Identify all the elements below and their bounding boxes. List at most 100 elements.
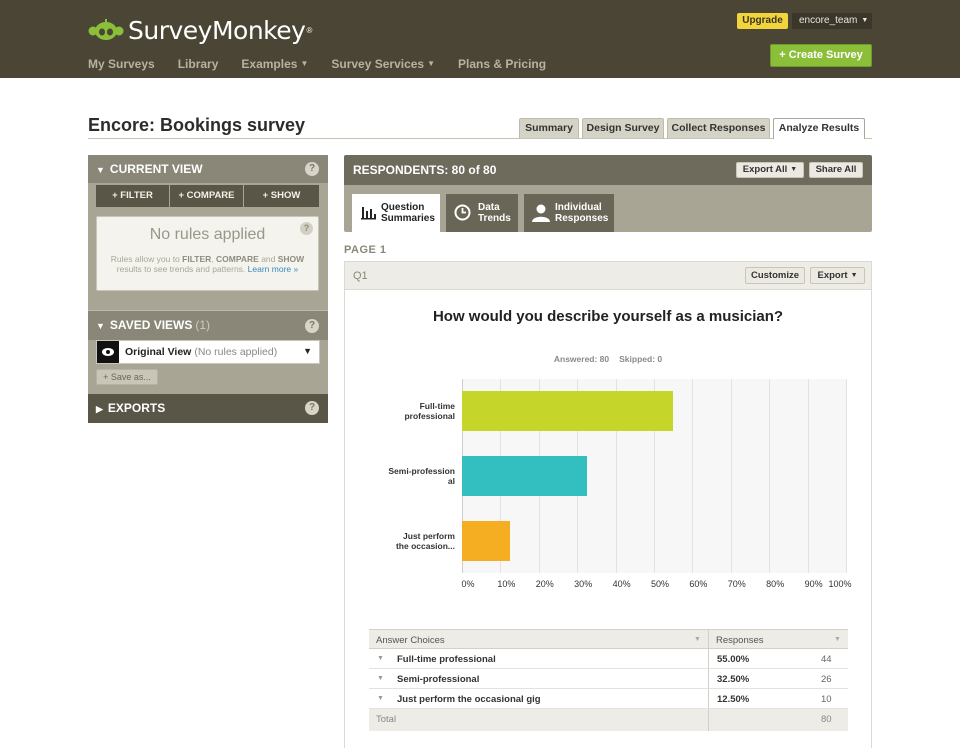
answer-choice: Full-time professional [397, 654, 496, 665]
tab-label: Individual Responses [555, 202, 608, 224]
chart-bar[interactable] [462, 520, 510, 561]
tab-individual-responses[interactable]: Individual Responses [524, 194, 614, 232]
triangle-right-icon: ▶ [96, 404, 103, 414]
sort-icon[interactable]: ▼ [834, 636, 841, 643]
response-count: 26 [821, 674, 832, 685]
nav-label: Examples [241, 57, 298, 71]
nav-label: Library [177, 57, 219, 71]
top-header: SurveyMonkey ® My Surveys Library Exampl… [0, 0, 960, 78]
question-header: Q1 Customize Export ▼ [345, 262, 871, 290]
bar-chart-icon [361, 207, 376, 220]
column-divider [708, 689, 709, 708]
nav-label: Survey Services [331, 57, 425, 71]
show-button[interactable]: + SHOW [244, 185, 319, 207]
tab-collect-responses[interactable]: Collect Responses [667, 118, 770, 138]
tab-data-trends[interactable]: Data Trends [446, 194, 518, 232]
x-tick-label: 40% [612, 579, 631, 589]
x-tick-label: 50% [650, 579, 670, 589]
total-label: Total [376, 714, 397, 725]
view-sub-label: (No rules applied) [194, 346, 278, 358]
nav-survey-services[interactable]: Survey Services ▼ [331, 57, 435, 71]
tab-summary[interactable]: Summary [519, 118, 579, 138]
x-tick-label: 60% [689, 579, 708, 589]
tab-label-line: Summaries [381, 213, 435, 224]
share-all-button[interactable]: Share All [809, 162, 863, 178]
left-sidebar: ▼ CURRENT VIEW ? + FILTER + COMPARE + SHO… [88, 155, 328, 423]
help-icon[interactable]: ? [305, 401, 319, 415]
x-tick-label: 70% [727, 579, 746, 589]
logo-registered-mark: ® [306, 25, 313, 35]
page-label: PAGE 1 [344, 244, 387, 256]
question-export-button[interactable]: Export ▼ [810, 267, 865, 284]
title-divider [88, 138, 872, 139]
gridline [769, 379, 771, 573]
upgrade-button[interactable]: Upgrade [737, 13, 788, 29]
saved-views-panel: Original View (No rules applied) ▼ + Save… [88, 340, 328, 394]
view-select[interactable]: Original View (No rules applied) ▼ [96, 340, 320, 364]
create-survey-button[interactable]: + Create Survey [770, 44, 872, 67]
chevron-down-icon: ▼ [300, 59, 309, 68]
x-tick-label: 30% [574, 579, 593, 589]
row-caret-icon[interactable]: ▼ [377, 655, 384, 662]
row-caret-icon[interactable]: ▼ [377, 675, 384, 682]
col-responses[interactable]: Responses [716, 635, 764, 646]
current-view-header[interactable]: ▼ CURRENT VIEW ? [88, 155, 328, 183]
person-icon [532, 204, 550, 222]
col-answer-choices[interactable]: Answer Choices [376, 635, 445, 646]
table-row: ▼ Semi-professional 32.50% 26 [369, 669, 848, 689]
question-meta: Answered: 80 Skipped: 0 [345, 354, 871, 364]
logo[interactable]: SurveyMonkey ® [88, 14, 312, 46]
help-icon[interactable]: ? [305, 162, 319, 176]
sort-icon[interactable]: ▼ [694, 636, 701, 643]
save-as-button[interactable]: + Save as... [96, 369, 158, 385]
nav-my-surveys[interactable]: My Surveys [88, 57, 155, 71]
learn-more-link[interactable]: Learn more » [248, 264, 299, 274]
response-percent: 32.50% [717, 674, 750, 685]
x-tick-label: 20% [535, 579, 554, 589]
gridline [730, 379, 732, 573]
chart-bar[interactable] [462, 391, 674, 432]
nav-label: Plans & Pricing [458, 57, 547, 71]
nav-library[interactable]: Library [178, 57, 219, 71]
results-table: Answer Choices ▼ Responses ▼ ▼ Full-time… [369, 629, 848, 731]
chart-bar[interactable] [462, 456, 587, 496]
nav-examples[interactable]: Examples ▼ [241, 57, 308, 71]
export-label: Export [817, 270, 848, 281]
tab-question-summaries[interactable]: Question Summaries [352, 194, 440, 232]
desc-text: Rules allow you to [110, 254, 183, 264]
exports-header[interactable]: ▶ EXPORTS ? [88, 394, 328, 423]
x-tick-label: 100% [828, 579, 852, 589]
category-tick-label: Semi-profession al [375, 466, 455, 486]
response-percent: 12.50% [717, 694, 750, 705]
respondents-count: RESPONDENTS: 80 of 80 [353, 163, 497, 177]
clock-icon [454, 204, 471, 221]
category-tick-line: Semi-profession [388, 466, 455, 476]
tab-design-survey[interactable]: Design Survey [582, 118, 664, 138]
tab-label-line: Trends [478, 213, 511, 224]
export-all-button[interactable]: Export All ▼ [736, 162, 804, 178]
respondents-bar: RESPONDENTS: 80 of 80 Export All ▼ Share … [344, 155, 872, 185]
desc-show: SHOW [277, 254, 305, 264]
rules-description: Rules allow you to FILTER, COMPARE and S… [105, 254, 310, 274]
tab-label-line: Question [381, 202, 425, 213]
tab-label-line: Responses [555, 213, 609, 224]
nav-plans-pricing[interactable]: Plans & Pricing [458, 57, 546, 71]
total-count: 80 [821, 714, 832, 725]
desc-text: results to see trends and patterns. [116, 264, 248, 274]
desc-compare: COMPARE [216, 254, 259, 264]
customize-button[interactable]: Customize [745, 267, 805, 284]
triangle-down-icon: ▼ [96, 321, 105, 331]
answer-choice: Semi-professional [397, 674, 480, 685]
help-icon[interactable]: ? [305, 319, 319, 333]
category-tick-line: Full-time [419, 401, 455, 412]
tab-label-line: Individual [555, 202, 602, 213]
row-caret-icon[interactable]: ▼ [377, 695, 384, 702]
rules-box: ? No rules applied Rules allow you to FI… [96, 216, 319, 291]
compare-button[interactable]: + COMPARE [170, 185, 243, 207]
saved-views-header[interactable]: ▼ SAVED VIEWS (1) ? [88, 310, 328, 340]
chevron-down-icon: ▼ [861, 17, 869, 24]
user-menu[interactable]: encore_team ▼ [792, 13, 872, 29]
tab-analyze-results[interactable]: Analyze Results [773, 118, 865, 139]
filter-button[interactable]: + FILTER [96, 185, 169, 207]
tab-label: Question Summaries [381, 202, 435, 224]
